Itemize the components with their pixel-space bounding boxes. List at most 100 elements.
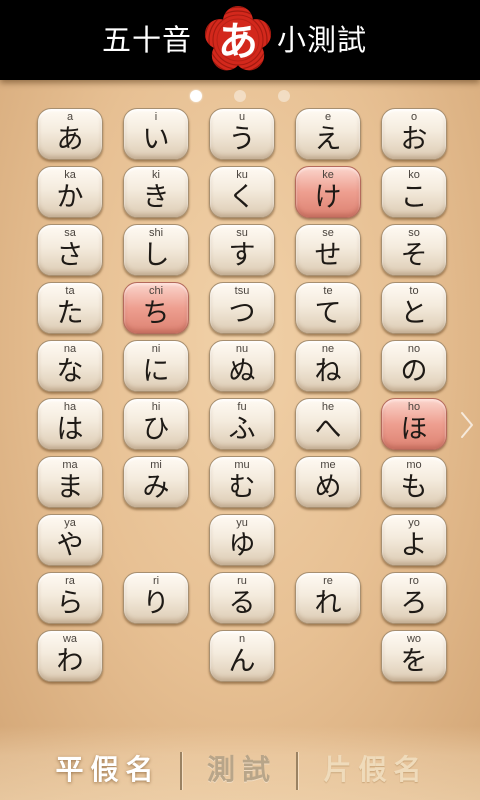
kana-key-ra[interactable]: ra ら xyxy=(37,572,103,624)
romaji-label: ko xyxy=(408,169,420,181)
kana-key-na[interactable]: na な xyxy=(37,340,103,392)
kana-key-nu[interactable]: nu ぬ xyxy=(209,340,275,392)
romaji-label: sa xyxy=(64,227,76,239)
romaji-label: wa xyxy=(62,633,78,645)
tab-divider xyxy=(296,752,298,790)
romaji-label: e xyxy=(324,111,332,123)
logo-character: あ xyxy=(218,19,258,65)
kana-key-u[interactable]: uう xyxy=(209,108,275,160)
kana-key-te[interactable]: te て xyxy=(295,282,361,334)
kana-key-sa[interactable]: sa さ xyxy=(37,224,103,276)
kana-character: ふ xyxy=(228,414,256,445)
page-dot-active xyxy=(190,90,202,102)
romaji-label: ta xyxy=(65,285,75,297)
kana-key-ka[interactable]: ka か xyxy=(37,166,103,218)
kana-key-ne[interactable]: ne ね xyxy=(295,340,361,392)
kana-key-ho[interactable]: ho ほ xyxy=(381,398,447,450)
kana-character: き xyxy=(142,182,170,213)
kana-character: つ xyxy=(228,298,256,329)
kana-key-su[interactable]: su す xyxy=(209,224,275,276)
kana-key-ni[interactable]: ni に xyxy=(123,340,189,392)
kana-key-se[interactable]: se せ xyxy=(295,224,361,276)
kana-grid: a あ i い u う e え o お ka か ki き ku く ke け ko こ sa さ shi し su す se せ so… xyxy=(37,108,447,682)
romaji-label: mu xyxy=(234,459,250,471)
kana-key-o[interactable]: oお xyxy=(381,108,447,160)
kana-character: そ xyxy=(400,240,428,271)
kana-key-ru[interactable]: ru る xyxy=(209,572,275,624)
kana-key-no[interactable]: no の xyxy=(381,340,447,392)
kana-key-so[interactable]: so そ xyxy=(381,224,447,276)
tab-katakana[interactable]: 片假名 xyxy=(314,740,438,800)
romaji-label: re xyxy=(323,575,333,587)
kana-key-chi[interactable]: chi ち xyxy=(123,282,189,334)
romaji-label: i xyxy=(154,111,158,123)
kana-character: ん xyxy=(228,646,256,677)
kana-key-fu[interactable]: fu ふ xyxy=(209,398,275,450)
kana-key-n[interactable]: nん xyxy=(209,630,275,682)
romaji-label: u xyxy=(238,111,246,123)
kana-key-ki[interactable]: ki き xyxy=(123,166,189,218)
kana-key-a[interactable]: aあ xyxy=(37,108,103,160)
kana-key-tsu[interactable]: tsu つ xyxy=(209,282,275,334)
kana-character: と xyxy=(400,298,428,329)
kana-character: よ xyxy=(400,530,428,561)
bottom-tab-bar: 平假名 測試 片假名 xyxy=(0,726,480,800)
romaji-label: hi xyxy=(151,401,161,413)
kana-key-wa[interactable]: wa わ xyxy=(37,630,103,682)
kana-character: も xyxy=(400,472,428,503)
kana-key-mo[interactable]: mo も xyxy=(381,456,447,508)
kana-key-yo[interactable]: yo よ xyxy=(381,514,447,566)
kana-key-ma[interactable]: ma ま xyxy=(37,456,103,508)
kana-key-yu[interactable]: yu ゆ xyxy=(209,514,275,566)
kana-character: あ xyxy=(56,124,84,155)
kana-key-mu[interactable]: mu む xyxy=(209,456,275,508)
kana-key-me[interactable]: me め xyxy=(295,456,361,508)
kana-character: る xyxy=(228,588,256,619)
romaji-label: ka xyxy=(64,169,76,181)
romaji-label: ru xyxy=(237,575,247,587)
chevron-right-icon[interactable] xyxy=(459,410,475,440)
kana-character: お xyxy=(400,124,428,155)
romaji-label: he xyxy=(321,401,335,413)
kana-character: の xyxy=(400,356,428,387)
kana-character: り xyxy=(142,588,170,619)
kana-key-ha[interactable]: ha は xyxy=(37,398,103,450)
kana-character: れ xyxy=(314,588,342,619)
kana-character: ほ xyxy=(400,414,428,445)
kana-character: な xyxy=(56,356,84,387)
kana-key-wo[interactable]: wo を xyxy=(381,630,447,682)
kana-key-ta[interactable]: ta た xyxy=(37,282,103,334)
romaji-label: shi xyxy=(148,227,164,239)
romaji-label: ki xyxy=(152,169,160,181)
romaji-label: ri xyxy=(152,575,160,587)
romaji-label: o xyxy=(410,111,418,123)
kana-character: ら xyxy=(56,588,84,619)
kana-character: ち xyxy=(142,298,170,329)
kana-key-re[interactable]: re れ xyxy=(295,572,361,624)
tab-hiragana[interactable]: 平假名 xyxy=(46,740,170,800)
kana-key-i[interactable]: iい xyxy=(123,108,189,160)
kana-key-to[interactable]: to と xyxy=(381,282,447,334)
romaji-label: n xyxy=(238,633,246,645)
romaji-label: wo xyxy=(406,633,422,645)
kana-key-hi[interactable]: hi ひ xyxy=(123,398,189,450)
kana-key-ri[interactable]: ri り xyxy=(123,572,189,624)
kana-key-ke[interactable]: ke け xyxy=(295,166,361,218)
tab-quiz[interactable]: 測試 xyxy=(200,740,284,800)
empty-slot xyxy=(295,514,361,566)
romaji-label: ra xyxy=(65,575,75,587)
kana-character: い xyxy=(142,124,170,155)
romaji-label: mi xyxy=(150,459,162,471)
kana-key-he[interactable]: he へ xyxy=(295,398,361,450)
kana-key-ya[interactable]: ya や xyxy=(37,514,103,566)
kana-key-e[interactable]: eえ xyxy=(295,108,361,160)
romaji-label: ni xyxy=(151,343,161,355)
kana-key-ko[interactable]: ko こ xyxy=(381,166,447,218)
kana-key-mi[interactable]: mi み xyxy=(123,456,189,508)
romaji-label: na xyxy=(63,343,77,355)
kana-key-shi[interactable]: shi し xyxy=(123,224,189,276)
app-header: 五十音 あ 小測試 xyxy=(0,0,480,80)
kana-key-ro[interactable]: ro ろ xyxy=(381,572,447,624)
kana-key-ku[interactable]: ku く xyxy=(209,166,275,218)
romaji-label: to xyxy=(409,285,419,297)
